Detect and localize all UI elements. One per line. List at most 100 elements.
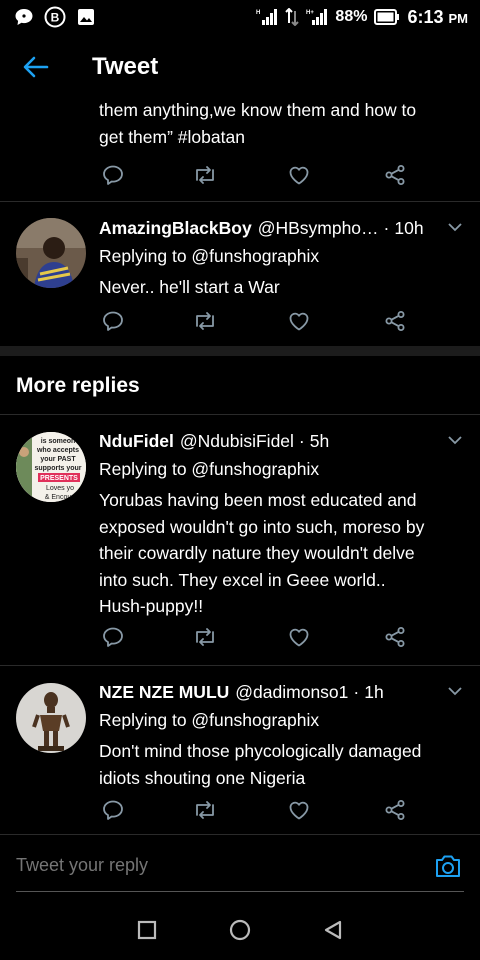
section-divider	[0, 346, 480, 356]
avatar-image	[16, 218, 86, 288]
share-button[interactable]	[382, 797, 408, 823]
retweet-button[interactable]	[192, 797, 218, 823]
page-title: Tweet	[92, 53, 159, 80]
avatar[interactable]: is someon who accepts your PAST supports…	[16, 432, 86, 502]
retweet-button[interactable]	[192, 162, 218, 188]
status-left: B	[14, 6, 96, 28]
author-handle[interactable]: @NdubisiFidel	[180, 431, 294, 452]
tweet-body: NZE NZE MULU @dadimonso1 · 1h Replying t…	[99, 680, 464, 791]
back-button[interactable]	[0, 34, 72, 100]
tweet-actions	[100, 308, 410, 338]
tweet-text-line: get them” #lobatan	[99, 126, 245, 147]
tweet-text: Don't mind those phycologically damaged …	[99, 738, 464, 791]
reply-icon	[103, 627, 123, 647]
share-button[interactable]	[382, 624, 408, 650]
chevron-down-icon[interactable]	[446, 431, 464, 449]
author-name[interactable]: AmazingBlackBoy	[99, 218, 252, 239]
tweet-time: 10h	[394, 217, 424, 238]
tweet-text-line: into such. They excel in Geee world..	[99, 569, 386, 590]
reply-composer	[0, 834, 480, 900]
signal-h-plus-icon: H+	[306, 9, 328, 25]
tweet-text-line: idiots shouting one Nigeria	[99, 767, 306, 788]
avatar[interactable]	[16, 218, 86, 288]
svg-text:B: B	[51, 11, 60, 25]
reply-input[interactable]	[16, 855, 396, 876]
avatar-text-line: is someon	[41, 438, 76, 445]
tweet-text: them anything,we know them and how to ge…	[99, 100, 464, 150]
tweet-item[interactable]: is someon who accepts your PAST supports…	[0, 415, 480, 666]
heart-icon	[289, 628, 309, 647]
avatar[interactable]	[16, 683, 86, 753]
tweet-text-line: Don't mind those phycologically damaged	[99, 741, 422, 761]
replying-to[interactable]: Replying to @funshographix	[99, 244, 464, 268]
retweet-icon	[196, 166, 214, 184]
signal-h-icon: H	[256, 9, 278, 25]
tweet-text-line: Never.. he'll start a War	[99, 277, 280, 297]
avatar-image: is someon who accepts your PAST supports…	[16, 432, 86, 502]
like-button[interactable]	[286, 624, 312, 650]
tweet-time: 5h	[309, 430, 330, 451]
tweet-header: AmazingBlackBoy @HBsympho… · 10h	[99, 216, 464, 240]
arrow-left-icon	[23, 56, 49, 78]
share-button[interactable]	[382, 162, 408, 188]
status-bar: B H H+ 88% 6:13 PM	[0, 0, 480, 34]
retweet-icon	[196, 628, 214, 646]
tweet-text: Never.. he'll start a War	[99, 274, 464, 301]
share-icon	[385, 311, 405, 331]
triangle-back-icon	[325, 920, 342, 940]
tweet-actions	[100, 162, 410, 192]
reply-button[interactable]	[100, 308, 126, 334]
share-icon	[385, 627, 405, 647]
author-name[interactable]: NduFidel	[99, 431, 174, 452]
author-handle[interactable]: @HBsympho…	[258, 218, 379, 239]
replying-to[interactable]: Replying to @funshographix	[99, 457, 464, 481]
tweet-item[interactable]: NZE NZE MULU @dadimonso1 · 1h Replying t…	[0, 666, 480, 834]
reply-underline	[16, 891, 464, 892]
retweet-icon	[196, 801, 214, 819]
tweet-text-line: Yorubas having been most educated and	[99, 490, 417, 510]
retweet-button[interactable]	[192, 308, 218, 334]
system-back-button[interactable]	[313, 910, 353, 950]
tweet-text-line: exposed wouldn't go into such, moreso by	[99, 516, 425, 537]
circle-icon	[229, 919, 251, 941]
chat-notification-icon	[15, 9, 33, 25]
replying-to[interactable]: Replying to @funshographix	[99, 708, 464, 732]
home-button[interactable]	[220, 910, 260, 950]
reply-icon	[103, 311, 123, 331]
avatar-text-line: your PAST	[40, 456, 76, 463]
tweet-body: them anything,we know them and how to ge…	[99, 100, 464, 150]
like-button[interactable]	[286, 162, 312, 188]
tweet-actions	[100, 624, 410, 654]
avatar-text-line: Loves yo	[46, 485, 74, 492]
more-replies-heading: More replies	[16, 374, 140, 397]
tweet-thread[interactable]: them anything,we know them and how to ge…	[0, 100, 480, 834]
chevron-down-icon[interactable]	[446, 218, 464, 236]
like-button[interactable]	[286, 308, 312, 334]
svg-text:H: H	[256, 10, 260, 16]
tweet-text: Yorubas having been most educated and ex…	[99, 487, 464, 620]
battery-percentage: 88%	[335, 8, 368, 25]
image-notification-icon	[78, 9, 94, 25]
author-name[interactable]: NZE NZE MULU	[99, 682, 229, 703]
tweet-header: NduFidel @NdubisiFidel · 5h	[99, 429, 464, 453]
tweet-body: NduFidel @NdubisiFidel · 5h Replying to …	[99, 429, 464, 620]
reply-button[interactable]	[100, 797, 126, 823]
share-button[interactable]	[382, 308, 408, 334]
recents-button[interactable]	[127, 910, 167, 950]
avatar-text-line: & Encou	[45, 494, 72, 501]
status-right: H H+ 88% 6:13 PM	[256, 7, 468, 28]
like-button[interactable]	[286, 797, 312, 823]
svg-text:H+: H+	[306, 10, 314, 16]
author-handle[interactable]: @dadimonso1	[235, 682, 348, 703]
reply-button[interactable]	[100, 624, 126, 650]
tweet-header: NZE NZE MULU @dadimonso1 · 1h	[99, 680, 464, 704]
chevron-down-icon[interactable]	[446, 682, 464, 700]
retweet-button[interactable]	[192, 624, 218, 650]
square-icon	[137, 920, 156, 940]
reply-button[interactable]	[100, 162, 126, 188]
camera-button[interactable]	[434, 853, 462, 884]
heart-icon	[289, 166, 309, 185]
data-transfer-icon	[285, 8, 300, 26]
b-badge-icon: B	[44, 6, 66, 28]
tweet-item[interactable]: them anything,we know them and how to ge…	[0, 100, 480, 202]
